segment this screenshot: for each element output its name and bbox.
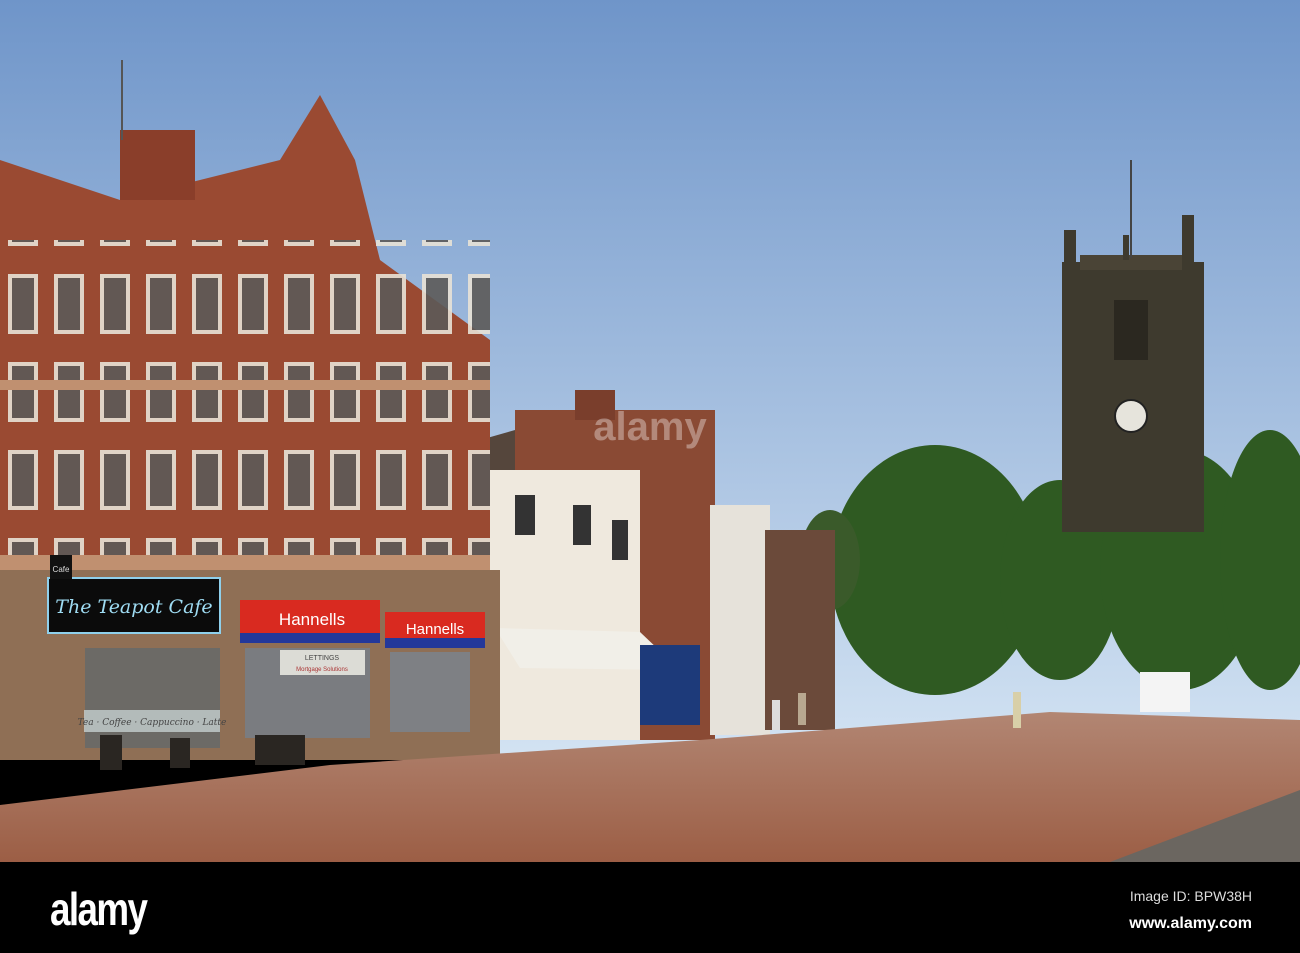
hannells-front: Hannells Hannells LETTINGS Mortgage Solu… — [240, 600, 485, 738]
lettings-text: LETTINGS — [305, 655, 340, 662]
footer-bar: alamy Image ID: BPW38H www.alamy.com — [0, 862, 1300, 953]
website-link: www.alamy.com — [1129, 915, 1252, 932]
hannells-sign-1: Hannells — [279, 610, 345, 629]
mortgage-text: Mortgage Solutions — [296, 667, 348, 673]
clock-face — [1114, 399, 1148, 433]
white-van — [1140, 672, 1190, 712]
cafe-sign: The Teapot Cafe — [55, 596, 212, 618]
alamy-logo: alamy — [50, 883, 148, 935]
cafe-window-text: Tea · Coffee · Cappuccino · Latte — [78, 718, 227, 728]
town-square-photo: The Teapot Cafe Cafe Tea · Coffee · Capp… — [0, 0, 1300, 862]
image-id: Image ID: BPW38H — [1129, 888, 1252, 904]
watermark-logo: alamy — [593, 405, 707, 449]
cafe-small-sign: Cafe — [53, 565, 70, 574]
hannells-sign-2: Hannells — [406, 621, 464, 638]
